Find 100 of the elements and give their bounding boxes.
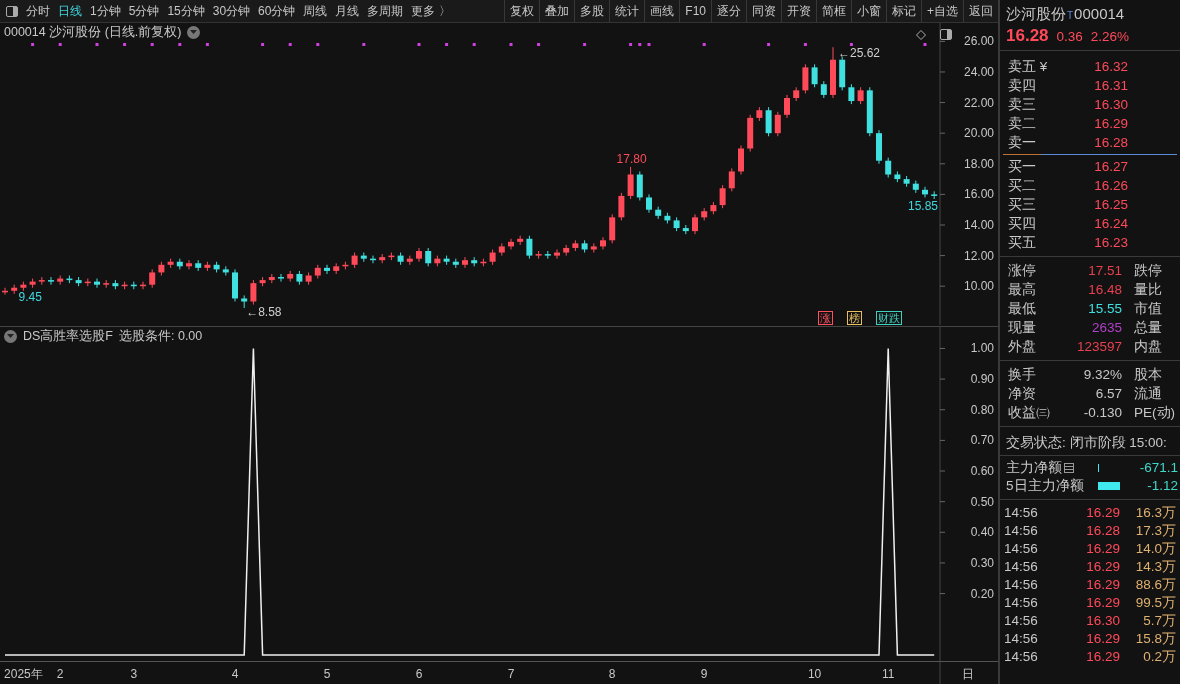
period-tab[interactable]: 更多 〉	[407, 2, 455, 20]
signal-mark	[803, 43, 807, 46]
period-tab[interactable]: 1分钟	[86, 2, 125, 20]
candlestick	[259, 276, 266, 287]
order-label: 卖四	[1008, 77, 1037, 95]
signal-mark	[583, 43, 587, 46]
signal-mark	[288, 43, 292, 46]
candlestick	[627, 166, 634, 200]
axis-label: 0.30	[970, 555, 994, 570]
signal-mark	[472, 43, 476, 46]
toolbar-button[interactable]: 叠加	[539, 0, 575, 22]
toolbar-button[interactable]: 多股	[574, 0, 610, 22]
candlestick	[701, 207, 708, 221]
candlestick	[167, 258, 174, 269]
list-icon[interactable]	[1064, 463, 1074, 473]
order-price: 16.30	[1093, 96, 1128, 114]
axis-label: 22.00	[963, 95, 994, 110]
candlestick	[646, 193, 652, 214]
order-label: 卖五 ¥	[1008, 58, 1049, 76]
period-tab[interactable]: 60分钟	[254, 2, 300, 20]
signal-mark	[638, 43, 642, 46]
toolbar-button[interactable]: 简框	[816, 0, 851, 22]
period-tab[interactable]: 5分钟	[124, 2, 164, 20]
candlestick	[554, 249, 560, 260]
toolbar-button[interactable]: 统计	[609, 0, 645, 22]
trade-volume: 14.3万	[1134, 558, 1176, 576]
candlestick	[195, 259, 202, 272]
candlestick	[406, 255, 413, 266]
trade-price: 16.29	[1085, 540, 1120, 558]
toolbar-button[interactable]: 画线	[644, 0, 680, 22]
trade-volume: 16.3万	[1134, 504, 1176, 522]
candlestick	[20, 281, 27, 292]
candlestick	[848, 83, 855, 105]
signal-mark	[123, 43, 127, 46]
panel-toggle-icon[interactable]	[940, 29, 952, 40]
candlestick	[305, 271, 312, 286]
trade-volume: 99.5万	[1134, 594, 1176, 612]
candlestick	[830, 46, 836, 99]
candlestick	[222, 265, 229, 276]
period-tab[interactable]: 月线	[331, 2, 364, 20]
toolbar-button[interactable]: 逐分	[711, 0, 746, 22]
toolbar-button[interactable]: +自选	[921, 0, 963, 22]
toolbar-button[interactable]: 小窗	[851, 0, 886, 22]
candlestick	[692, 213, 698, 235]
candlestick	[213, 261, 220, 273]
candlestick	[738, 144, 744, 175]
trade-time: 14:56	[1004, 558, 1039, 576]
candlestick	[416, 247, 422, 263]
candlestick	[728, 167, 735, 192]
chart-title: 000014 沙河股份 (日线.前复权)	[4, 25, 182, 39]
axis-label: 日	[962, 667, 974, 681]
period-tab[interactable]: 分时	[22, 2, 54, 20]
price-label: 17.80	[616, 151, 647, 166]
signal-mark	[316, 43, 320, 46]
dropdown-icon[interactable]	[187, 25, 201, 39]
candlestick	[130, 281, 137, 290]
toolbar-button[interactable]: 同资	[746, 0, 781, 22]
trade-time: 14:56	[1004, 612, 1039, 630]
candlestick	[682, 224, 689, 235]
order-label: 卖三	[1008, 96, 1037, 114]
period-tab[interactable]: 日线	[54, 2, 86, 20]
candlestick	[121, 281, 128, 290]
stat-value: 123597	[1075, 338, 1122, 356]
toolbar-button[interactable]: F10	[679, 0, 711, 22]
toolbar-button[interactable]: 返回	[963, 0, 998, 22]
signal-mark	[178, 43, 182, 46]
period-tab[interactable]: 周线	[299, 2, 332, 20]
axis-label: 16.00	[963, 187, 994, 202]
market-tag: T	[1067, 10, 1074, 21]
toolbar-button[interactable]: 标记	[886, 0, 921, 22]
order-label: 买五	[1008, 234, 1037, 252]
candlestick	[535, 250, 542, 260]
event-badge[interactable]: 榜	[847, 311, 862, 325]
panel-toggle-icon[interactable]	[6, 5, 18, 17]
stat-label: 收益㈢	[1008, 404, 1051, 422]
candlestick	[572, 239, 579, 252]
period-tab[interactable]: 15分钟	[163, 2, 209, 20]
candlestick	[397, 252, 404, 266]
period-tab[interactable]: 多周期	[363, 2, 408, 20]
trade-time: 14:56	[1004, 540, 1039, 558]
event-badge[interactable]: 财跌	[876, 311, 902, 325]
axis-label: 0.20	[970, 586, 994, 601]
stat-value: 15.55	[1087, 300, 1122, 318]
candlestick	[866, 86, 873, 137]
toolbar-button[interactable]: 开资	[781, 0, 816, 22]
stat-label: 最低	[1008, 300, 1037, 318]
candlestick	[517, 235, 524, 246]
axis-label: 9	[700, 667, 708, 681]
diamond-icon[interactable]	[916, 29, 926, 40]
period-tab[interactable]: 30分钟	[208, 2, 255, 20]
candlestick	[894, 170, 901, 183]
stat-label: 股本	[1133, 366, 1163, 384]
axis-label: 0.50	[970, 494, 994, 509]
candlestick	[480, 258, 487, 267]
dropdown-icon[interactable]	[4, 329, 17, 343]
trade-volume: 5.7万	[1142, 612, 1176, 630]
candlestick	[802, 63, 809, 94]
toolbar-button[interactable]: 复权	[504, 0, 540, 22]
candlestick	[590, 242, 597, 254]
event-badge[interactable]: 涨	[818, 311, 833, 325]
